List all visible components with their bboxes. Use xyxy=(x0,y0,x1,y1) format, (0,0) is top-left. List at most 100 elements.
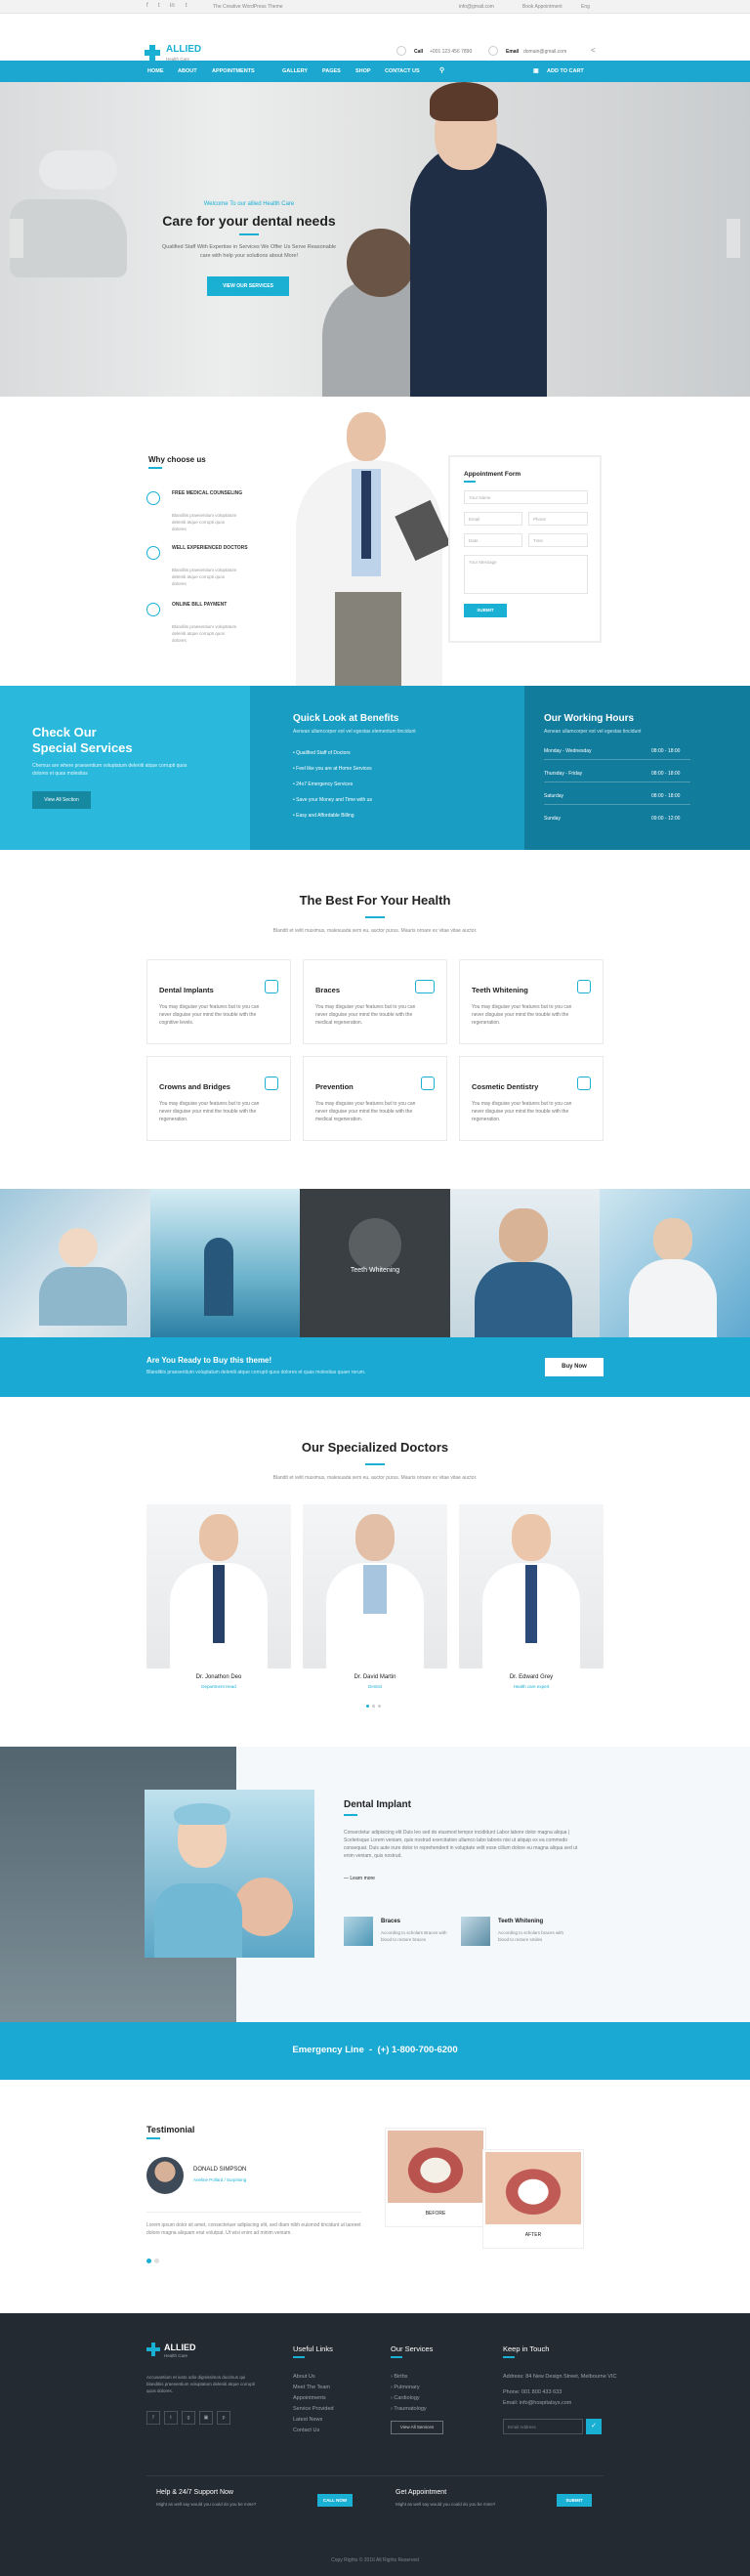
gallery-image[interactable] xyxy=(450,1189,600,1337)
whitening-thumb[interactable] xyxy=(461,1917,490,1946)
carousel-dot[interactable] xyxy=(378,1705,381,1708)
footer-link[interactable]: About Us xyxy=(293,2374,315,2380)
nav-pages[interactable]: PAGES xyxy=(322,68,341,74)
footer-logo-icon[interactable] xyxy=(146,2343,160,2356)
view-all-services-button[interactable]: View All Services xyxy=(391,2421,443,2434)
learn-more-link[interactable]: — Learn more xyxy=(344,1876,375,1881)
share-icon[interactable]: < xyxy=(591,46,596,55)
newsletter-submit-icon[interactable]: ✓ xyxy=(586,2419,602,2434)
footer-link[interactable]: Service Provided xyxy=(293,2406,334,2412)
testimonial-text: Lorem ipsum dolor sit amet, consectetuer… xyxy=(146,2222,361,2236)
nav-contact[interactable]: CONTACT US xyxy=(385,68,420,74)
nav-home[interactable]: HOME xyxy=(147,68,164,74)
message-field[interactable]: Your Message xyxy=(464,555,588,594)
date-field[interactable]: Date xyxy=(464,533,522,547)
form-divider xyxy=(464,481,476,483)
service-card[interactable]: Crowns and Bridges You may disguise your… xyxy=(146,1056,291,1141)
footer-service[interactable]: › Births xyxy=(391,2374,407,2380)
hours-panel: Our Working Hours Aenean ullamcorper est… xyxy=(524,686,750,850)
name-field[interactable]: Your Name xyxy=(464,490,588,504)
testimonial-dot[interactable] xyxy=(154,2259,159,2263)
appointment-form: Appointment Form Your Name Email Phone D… xyxy=(448,455,602,643)
crown-icon xyxy=(265,1077,278,1090)
footer-facebook-icon[interactable]: f xyxy=(146,2411,160,2425)
logo-cross-icon[interactable] xyxy=(145,45,160,61)
twitter-icon[interactable]: t xyxy=(158,3,160,9)
footer-link[interactable]: Contact Us xyxy=(293,2428,319,2433)
emergency-phone[interactable]: (+) 1-800-700-6200 xyxy=(378,2045,458,2055)
footer-service-label: Cardiology xyxy=(394,2395,420,2401)
gallery-image-hover[interactable]: Teeth Whitening xyxy=(300,1189,450,1337)
service-card[interactable]: Dental Implants You may disguise your fe… xyxy=(146,959,291,1044)
footer-service[interactable]: › Cardiology xyxy=(391,2395,420,2401)
nav-shop[interactable]: SHOP xyxy=(355,68,371,74)
footer-link[interactable]: Latest News xyxy=(293,2417,322,2423)
doctor-name[interactable]: Dr. David Martin xyxy=(303,1674,447,1680)
slider-next-arrow[interactable] xyxy=(727,219,740,258)
hours-divider xyxy=(544,804,690,805)
hours-day: Thursday - Friday xyxy=(544,771,583,777)
gallery-person-image xyxy=(499,1208,548,1262)
nav-gallery[interactable]: GALLERY xyxy=(282,68,308,74)
gallery-image[interactable] xyxy=(150,1189,300,1337)
footer-submit-button[interactable]: SUBMIT xyxy=(557,2494,592,2507)
service-card[interactable]: Cosmetic Dentistry You may disguise your… xyxy=(459,1056,604,1141)
emergency-bar: Emergency Line - (+) 1-800-700-6200 xyxy=(0,2022,750,2080)
footer-link[interactable]: Appointments xyxy=(293,2395,326,2401)
email-value[interactable]: domain@gmail.com xyxy=(523,49,566,55)
hero-services-button[interactable]: VIEW OUR SERVICES xyxy=(207,276,289,296)
nav-appointments[interactable]: APPOINTMENTS xyxy=(212,68,255,74)
language-select[interactable]: Eng xyxy=(581,4,590,10)
facebook-icon[interactable]: f xyxy=(146,3,148,9)
top-email[interactable]: info@gmail.com xyxy=(459,4,494,10)
cosmetic-icon xyxy=(577,1077,591,1090)
email-field[interactable]: Email xyxy=(464,512,522,526)
footer-link[interactable]: Meet The Team xyxy=(293,2385,330,2390)
footer-service[interactable]: › Pulmonary xyxy=(391,2385,420,2390)
time-field[interactable]: Time xyxy=(528,533,588,547)
footer-instagram-icon[interactable]: ▣ xyxy=(199,2411,213,2425)
gallery-image[interactable] xyxy=(600,1189,750,1337)
carousel-dot[interactable] xyxy=(372,1705,375,1708)
hours-title: Our Working Hours xyxy=(544,713,635,724)
service-card[interactable]: Prevention You may disguise your feature… xyxy=(303,1056,447,1141)
phone-field[interactable]: Phone xyxy=(528,512,588,526)
search-icon[interactable]: ⚲ xyxy=(439,66,444,74)
doctor-face-image xyxy=(347,412,386,461)
doctor-card-photo[interactable] xyxy=(303,1504,447,1668)
doctor-card-photo[interactable] xyxy=(459,1504,604,1668)
newsletter-input[interactable]: Email Address xyxy=(503,2419,583,2434)
footer-twitter-icon[interactable]: t xyxy=(164,2411,178,2425)
benefit-item: • Easy and Affordable Billing xyxy=(293,813,354,819)
testimonial-dot-active[interactable] xyxy=(146,2259,151,2263)
cart-icon[interactable]: ▣ xyxy=(533,67,539,74)
doctor-name[interactable]: Dr. Edward Grey xyxy=(459,1674,604,1680)
call-now-button[interactable]: CALL NOW xyxy=(317,2494,353,2507)
footer-service[interactable]: › Traumatology xyxy=(391,2406,427,2412)
braces-thumb[interactable] xyxy=(344,1917,373,1946)
footer-gplus-icon[interactable]: g xyxy=(182,2411,195,2425)
carousel-dot-active[interactable] xyxy=(366,1705,369,1708)
nav-cart[interactable]: ADD TO CART xyxy=(547,68,584,74)
tumblr-icon[interactable]: t xyxy=(186,3,188,9)
hours-day: Sunday xyxy=(544,816,561,822)
footer-logo-name[interactable]: ALLIED xyxy=(164,2343,196,2352)
service-card[interactable]: Braces You may disguise your features bu… xyxy=(303,959,447,1044)
top-book-link[interactable]: Book Appointment xyxy=(522,4,562,10)
linkedin-icon[interactable]: in xyxy=(170,3,175,9)
view-all-section-button[interactable]: View All Section xyxy=(32,791,91,809)
submit-button[interactable]: SUBMIT xyxy=(464,604,507,617)
doctor-name[interactable]: Dr. Jonathon Deo xyxy=(146,1674,291,1680)
gallery-image[interactable] xyxy=(0,1189,150,1337)
footer-services-title: Our Services xyxy=(391,2344,434,2353)
gallery-person-body xyxy=(629,1259,717,1337)
footer-email[interactable]: Email: info@hospitalsys.com xyxy=(503,2400,571,2406)
logo-name[interactable]: ALLIED xyxy=(166,44,201,55)
nav-about[interactable]: ABOUT xyxy=(178,68,197,74)
doctor-card-photo[interactable] xyxy=(146,1504,291,1668)
why-item-2-title: WELL EXPERIENCED DOCTORS xyxy=(172,545,248,551)
slider-prev-arrow[interactable] xyxy=(10,219,23,258)
buy-now-button[interactable]: Buy Now xyxy=(545,1358,604,1376)
footer-pinterest-icon[interactable]: p xyxy=(217,2411,230,2425)
service-card[interactable]: Teeth Whitening You may disguise your fe… xyxy=(459,959,604,1044)
